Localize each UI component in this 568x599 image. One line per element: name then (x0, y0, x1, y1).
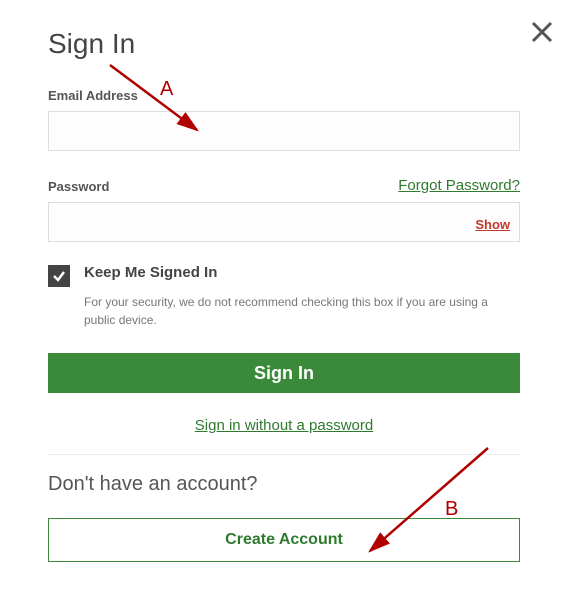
password-label: Password (48, 179, 109, 194)
page-title: Sign In (48, 28, 520, 60)
email-input[interactable] (48, 111, 520, 151)
no-account-heading: Don't have an account? (48, 473, 520, 496)
security-note: For your security, we do not recommend c… (84, 293, 520, 329)
forgot-password-link[interactable]: Forgot Password? (398, 177, 520, 194)
keep-signed-checkbox[interactable] (48, 265, 70, 287)
create-account-button[interactable]: Create Account (48, 518, 520, 562)
divider (48, 454, 520, 455)
sign-in-button[interactable]: Sign In (48, 353, 520, 393)
passwordless-link[interactable]: Sign in without a password (48, 417, 520, 434)
email-label: Email Address (48, 88, 520, 103)
check-icon (51, 268, 67, 284)
password-input[interactable] (48, 202, 520, 242)
close-icon[interactable] (528, 18, 556, 46)
keep-signed-label: Keep Me Signed In (84, 264, 217, 281)
show-password-link[interactable]: Show (475, 217, 510, 232)
